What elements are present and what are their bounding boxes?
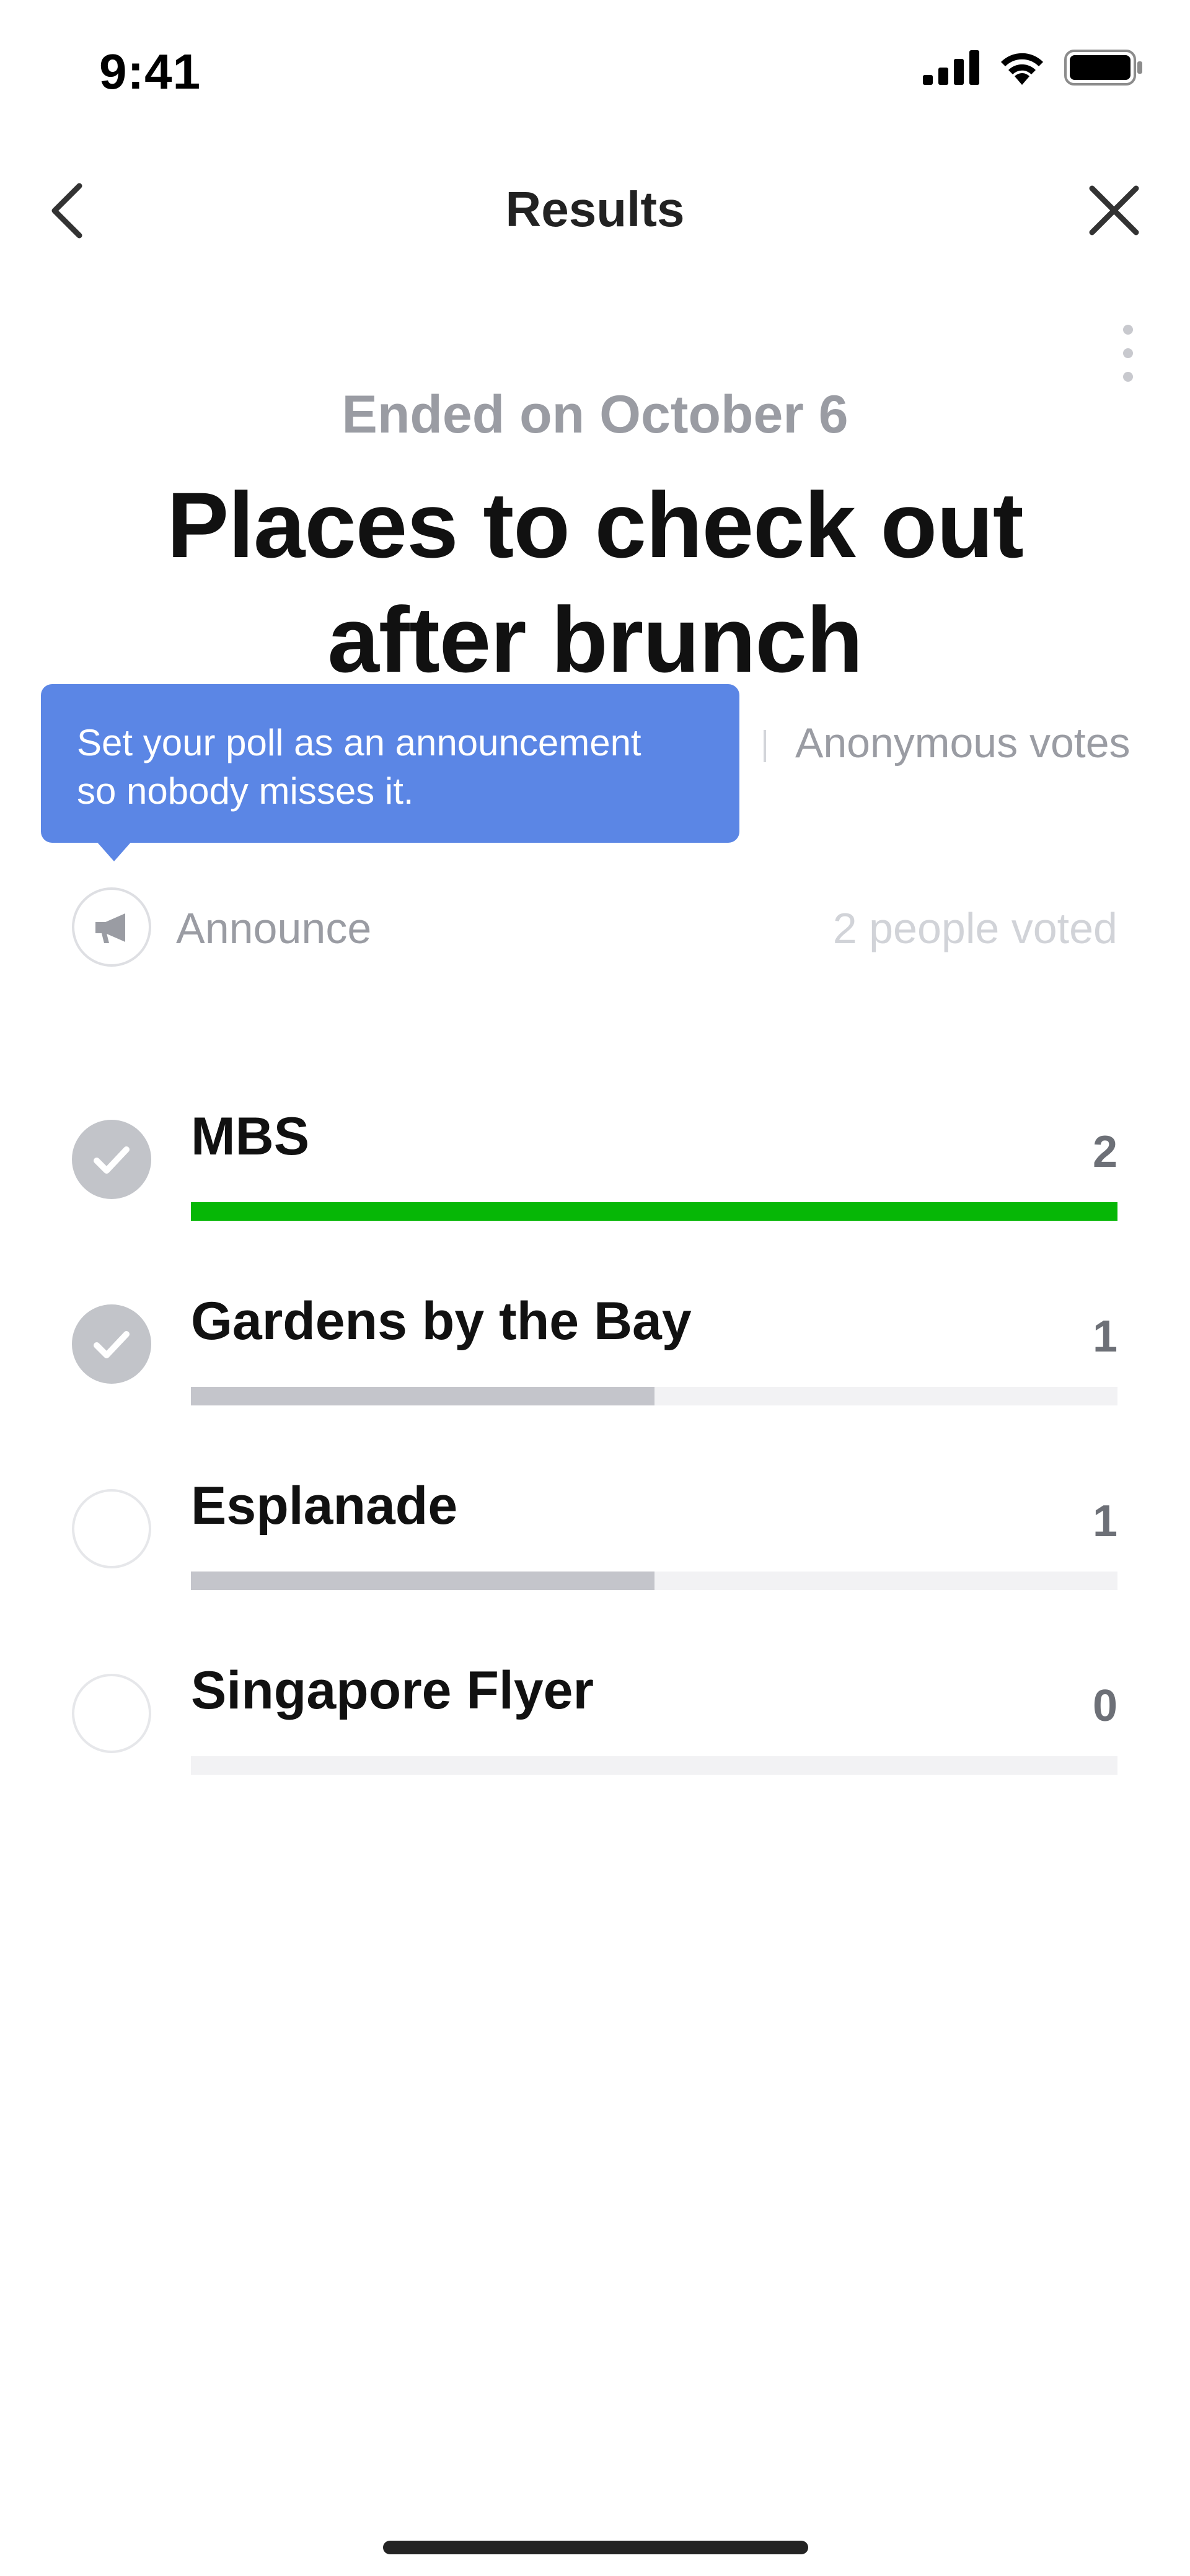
close-icon [1089, 185, 1139, 235]
option-progress-bar [191, 1387, 654, 1405]
wifi-icon [1001, 53, 1043, 85]
check-icon [94, 1331, 130, 1358]
voters-count: 2 people voted [832, 904, 1117, 952]
signal-icon [923, 50, 979, 85]
option-check[interactable] [72, 1304, 151, 1384]
option-count: 0 [1092, 1681, 1117, 1731]
option-progress-bar [191, 1572, 654, 1590]
option-progress-track [191, 1202, 1117, 1221]
option-label: Singapore Flyer [191, 1661, 594, 1720]
status-time: 9:41 [99, 44, 201, 99]
option-progress-track [191, 1756, 1117, 1775]
anonymous-votes-label: Anonymous votes [795, 719, 1130, 767]
option-count: 2 [1092, 1127, 1117, 1177]
announcement-tooltip[interactable]: Set your poll as an announcement so nobo… [41, 684, 739, 843]
option-label: Gardens by the Bay [191, 1291, 692, 1351]
tooltip-text: Set your poll as an announcement so nobo… [77, 722, 641, 812]
poll-title: Places to check out after brunch [167, 473, 1024, 692]
status-icons [923, 50, 1144, 86]
option-count: 1 [1092, 1312, 1117, 1361]
close-button[interactable] [1078, 175, 1150, 246]
option-label: MBS [191, 1107, 310, 1166]
more-vertical-icon [1123, 325, 1133, 382]
check-icon [94, 1146, 130, 1174]
megaphone-icon [95, 913, 125, 943]
announce-button[interactable] [72, 887, 151, 967]
option-progress-bar [191, 1202, 1117, 1221]
announce-label[interactable]: Announce [176, 903, 371, 953]
option-label: Esplanade [191, 1476, 458, 1536]
option-check[interactable] [72, 1674, 151, 1753]
tooltip-pointer [95, 840, 133, 861]
option-progress-track [191, 1572, 1117, 1590]
page-title: Results [505, 182, 685, 237]
meta-divider [764, 730, 766, 762]
option-progress-track [191, 1387, 1117, 1405]
option-check[interactable] [72, 1120, 151, 1199]
ended-date: Ended on October 6 [342, 385, 848, 444]
home-indicator [383, 2541, 808, 2554]
more-options-button[interactable] [1109, 316, 1147, 390]
option-check[interactable] [72, 1489, 151, 1568]
option-count: 1 [1092, 1497, 1117, 1546]
battery-icon [1064, 50, 1142, 86]
